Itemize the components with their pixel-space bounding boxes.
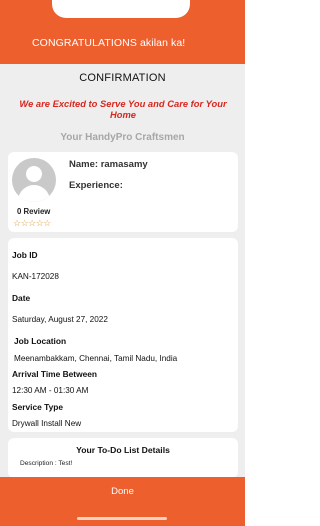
todo-title: Your To-Do List Details <box>76 445 170 455</box>
job-id-value: KAN-172028 <box>12 272 59 281</box>
todo-list-card: Your To-Do List Details Description : Te… <box>8 438 238 478</box>
name-row: Name: ramasamy <box>69 159 148 170</box>
experience-label: Experience: <box>69 180 123 191</box>
arrival-time-label: Arrival Time Between <box>12 369 98 379</box>
service-type-value: Drywall Install New <box>12 419 82 428</box>
date-label: Date <box>12 293 31 303</box>
congratulations-text: CONGRATULATIONS akilan ka! <box>32 37 186 49</box>
star-rating: ☆☆☆☆☆ <box>13 218 51 228</box>
job-location-value: Meenambakkam, Chennai, Tamil Nadu, India <box>14 354 178 363</box>
user-avatar-placeholder-icon <box>12 158 56 202</box>
arrival-time-value: 12:30 AM - 01:30 AM <box>12 386 89 395</box>
job-id-label: Job ID <box>12 250 38 260</box>
craftsmen-heading: Your HandyPro Craftsmen <box>60 132 185 143</box>
name-label: Name: <box>69 159 99 170</box>
date-value: Saturday, August 27, 2022 <box>12 315 108 324</box>
page-title: CONFIRMATION <box>79 72 166 84</box>
done-button-label: Done <box>111 486 134 497</box>
avatar-head-shape <box>26 166 42 182</box>
todo-description: Description : Test! <box>20 460 73 467</box>
service-type-label: Service Type <box>12 402 64 412</box>
home-indicator[interactable] <box>77 517 167 520</box>
device-notch <box>52 0 190 18</box>
experience-row: Experience: <box>69 180 123 191</box>
job-details-card: Job ID KAN-172028 Date Saturday, August … <box>8 238 238 432</box>
job-location-label: Job Location <box>14 336 67 346</box>
name-value: ramasamy <box>100 159 148 170</box>
tagline: We are Excited to Serve You and Care for… <box>19 98 227 120</box>
review-count: 0 Review <box>17 207 51 216</box>
avatar-shoulders-shape <box>18 185 50 202</box>
app-screen: CONGRATULATIONS akilan ka! CONFIRMATION … <box>0 0 245 526</box>
craftsman-profile-card: 0 Review ☆☆☆☆☆ Name: ramasamy Experience… <box>8 152 238 232</box>
